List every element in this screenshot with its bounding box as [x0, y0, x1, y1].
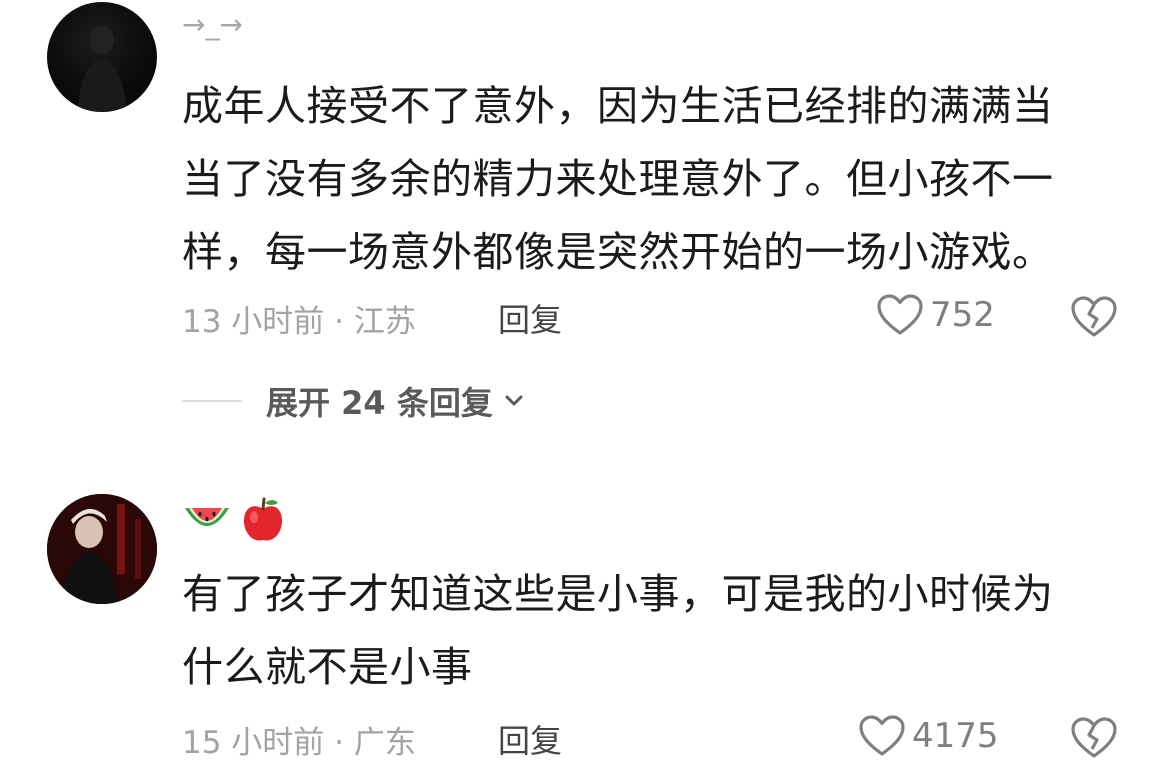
divider: [182, 400, 242, 402]
comment-text-line: 样，每一场意外都像是突然开始的一场小游戏。: [182, 228, 1054, 276]
emoji-username[interactable]: [182, 494, 286, 546]
like-button[interactable]: 4175: [858, 714, 999, 758]
reply-button[interactable]: 回复: [498, 295, 562, 341]
like-button[interactable]: 752: [876, 293, 995, 337]
dislike-button[interactable]: [1070, 716, 1118, 764]
comment-text-line: 有了孩子才知道这些是小事，可是我的小时候为: [182, 570, 1054, 618]
heart-icon: [859, 715, 905, 756]
avatar-portrait-icon: [47, 494, 157, 604]
avatar-silhouette-icon: [77, 26, 127, 112]
like-count: 752: [930, 295, 995, 335]
comment-text: 成年人接受不了意外，因为生活已经排的满满当 当了没有多余的精力来处理意外了。但小…: [182, 70, 1117, 289]
reply-button[interactable]: 回复: [498, 716, 562, 762]
comment-text-line: 什么就不是小事: [182, 643, 473, 691]
expand-replies-label: 展开 24 条回复: [266, 384, 493, 422]
comment-meta: 13 小时前 · 江苏: [182, 304, 416, 340]
comment-text-line: 成年人接受不了意外，因为生活已经排的满满当: [182, 82, 1054, 130]
apple-icon: [244, 497, 282, 541]
avatar[interactable]: [47, 2, 157, 112]
like-count: 4175: [912, 716, 999, 756]
comment-text: 有了孩子才知道这些是小事，可是我的小时候为 什么就不是小事: [182, 558, 1117, 704]
username[interactable]: →_→: [182, 8, 243, 41]
chevron-down-icon: [505, 395, 523, 406]
comment-text-line: 当了没有多余的精力来处理意外了。但小孩不一: [182, 155, 1054, 203]
broken-heart-icon: [1071, 296, 1117, 337]
dislike-button[interactable]: [1070, 295, 1118, 343]
broken-heart-icon: [1071, 717, 1117, 758]
avatar[interactable]: [47, 494, 157, 604]
heart-icon: [877, 294, 923, 335]
watermelon-icon: [185, 508, 229, 526]
comment-meta: 15 小时前 · 广东: [182, 725, 416, 761]
expand-replies-button[interactable]: 展开 24 条回复: [182, 378, 527, 424]
